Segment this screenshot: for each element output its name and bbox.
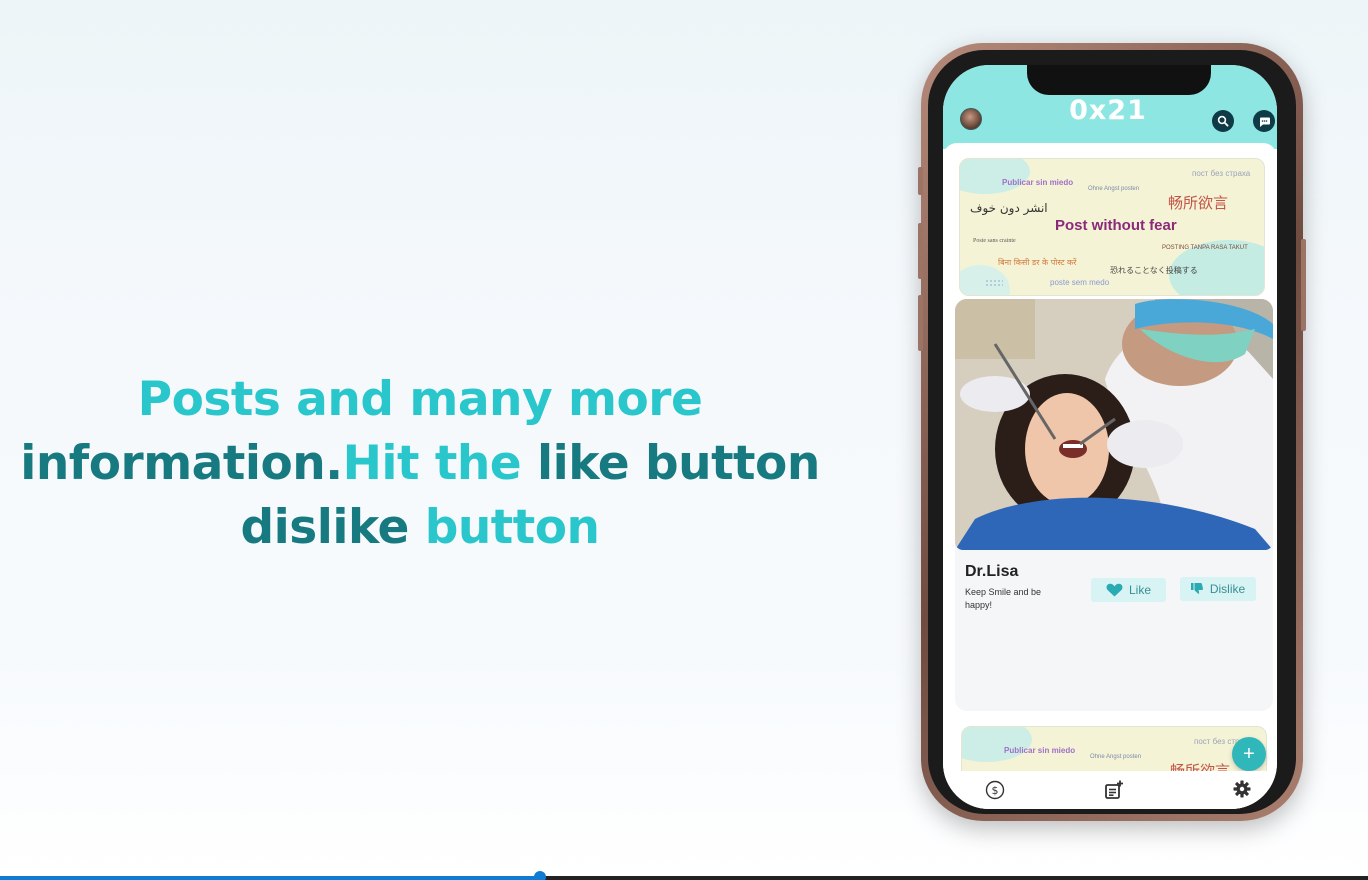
headline-line-2: information.Hit the like button: [20, 432, 820, 496]
post-image[interactable]: [955, 299, 1273, 550]
banner-text: Publicar sin miedo: [1002, 178, 1074, 187]
volume-up-button: [918, 223, 923, 279]
settings-icon[interactable]: [1233, 780, 1251, 798]
headline-text: like button: [537, 436, 820, 491]
banner-text: انشر دون خوف: [970, 201, 1048, 215]
headline-line-3: dislike button: [20, 496, 820, 560]
post-caption: Keep Smile and be happy!: [965, 587, 1042, 610]
new-post-icon[interactable]: [1104, 780, 1124, 800]
banner-text: Poste sans crainte: [973, 238, 1016, 244]
progress-handle[interactable]: [534, 871, 547, 880]
dollar-icon[interactable]: $: [985, 780, 1005, 800]
headline-text: button: [424, 500, 600, 555]
thumbs-down-icon: [1190, 583, 1203, 594]
headline-text: dislike: [240, 500, 425, 555]
add-post-button[interactable]: +: [1232, 737, 1266, 771]
banner-title: Post without fear: [1055, 217, 1177, 234]
banner-text: Ohne Angst posten: [1090, 754, 1142, 760]
feed[interactable]: пост без страха Publicar sin miedo Ohne …: [943, 143, 1277, 809]
progress-fill: [0, 876, 541, 880]
headline-text: Hit the: [342, 436, 538, 491]
heart-icon: [1106, 583, 1123, 597]
volume-down-button: [918, 295, 923, 351]
dislike-button[interactable]: Dislike: [1180, 577, 1256, 601]
video-progress-bar[interactable]: [0, 871, 1368, 880]
like-label: Like: [1128, 583, 1151, 597]
banner-text: Ohne Angst posten: [1088, 186, 1140, 192]
banner-text: POSTING TANPA RASA TAKUT: [1162, 245, 1248, 251]
post-author[interactable]: Dr.Lisa: [965, 563, 1018, 581]
phone-bezel: 0x21 пост без страха Publicar sin miedo …: [928, 50, 1296, 814]
banner-text: 畅所欲言: [1168, 194, 1229, 212]
search-icon[interactable]: [1212, 110, 1234, 132]
banner-text: बिना किसी डर के पोस्ट करें: [998, 258, 1077, 267]
headline: Posts and many more information.Hit the …: [20, 368, 820, 560]
chat-icon[interactable]: [1253, 110, 1275, 132]
headline-line-1: Posts and many more: [20, 368, 820, 432]
post-card[interactable]: Dr.Lisa Keep Smile and be happy! Like Di…: [955, 299, 1273, 711]
headline-text: information.: [20, 436, 343, 491]
banner-text: poste sem medo: [1050, 278, 1110, 287]
banner-text: Publicar sin miedo: [1004, 746, 1076, 755]
headline-text: Posts and many more: [137, 372, 703, 427]
phone-mockup: 0x21 пост без страха Publicar sin miedo …: [918, 43, 1306, 821]
svg-text:$: $: [992, 784, 999, 797]
app-logo: 0x21: [1069, 95, 1147, 126]
like-button[interactable]: Like: [1091, 578, 1166, 602]
bottom-nav: $: [943, 771, 1277, 809]
banner-text: 恐れることなく投稿する: [1110, 266, 1198, 275]
notch: [1027, 65, 1211, 95]
mute-switch: [918, 167, 923, 195]
avatar[interactable]: [960, 108, 982, 130]
power-button: [1301, 239, 1306, 331]
dislike-label: Dislike: [1209, 582, 1246, 596]
banner-card[interactable]: пост без страха Publicar sin miedo Ohne …: [959, 158, 1265, 296]
banner-text: пост без страха: [1192, 169, 1251, 178]
app-screen: 0x21 пост без страха Publicar sin miedo …: [943, 65, 1277, 809]
